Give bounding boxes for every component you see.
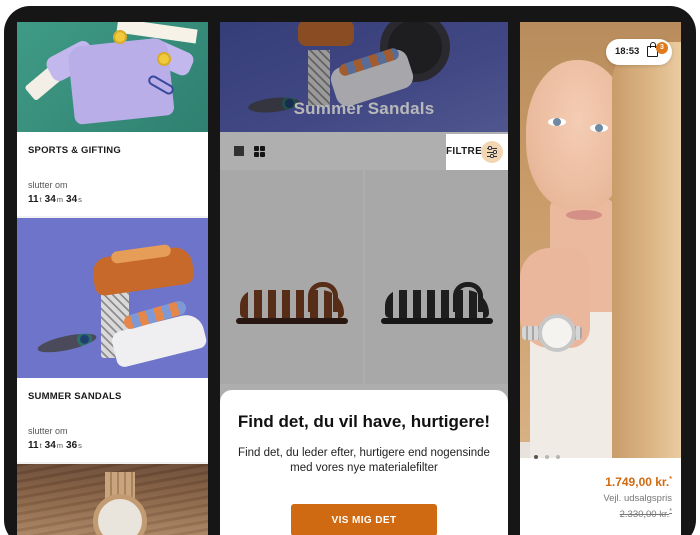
countdown-timer: 11t 34m 36s xyxy=(28,440,82,451)
collection-title: SUMMER SANDALS xyxy=(28,391,122,402)
filter-promo-sheet: Find det, du vil have, hurtigere! Find d… xyxy=(220,390,508,535)
filter-button[interactable]: FILTRE xyxy=(446,134,508,170)
filter-label: FILTRE xyxy=(446,146,483,157)
rrp-label: Vejl. udsalgspris xyxy=(603,493,672,504)
image-carousel-dots[interactable] xyxy=(534,446,567,464)
ends-in-label: slutter om xyxy=(28,180,68,190)
sliders-icon xyxy=(481,141,503,163)
countdown-timer: 11t 34m 34s xyxy=(28,194,82,205)
product-listing-screen: Summer Sandals FILTRE Find det, du vil h… xyxy=(220,22,508,535)
watch-collection-image[interactable] xyxy=(17,464,208,535)
collection-card-summer-sandals[interactable]: SUMMER SANDALS slutter om 11t 34m 36s xyxy=(17,378,208,462)
promo-description: Find det, du leder efter, hurtigere end … xyxy=(238,447,490,474)
product-detail-screen: 18:53 3 1.749,00 kr.* Vejl. udsalgspris … xyxy=(520,22,681,535)
sports-gifting-image[interactable] xyxy=(17,22,208,132)
clock-time: 18:53 xyxy=(615,46,640,57)
product-price: 1.749,00 kr.* xyxy=(605,475,672,489)
cart-count-badge: 3 xyxy=(656,42,668,54)
promo-title: Find det, du vil have, hurtigere! xyxy=(237,412,491,431)
summer-sandals-image[interactable] xyxy=(17,218,208,378)
product-hero-image[interactable] xyxy=(520,22,681,458)
collection-card-sports-gifting[interactable]: SPORTS & GIFTING slutter om 11t 34m 34s xyxy=(17,132,208,216)
rrp-value: 2.330,00 kr.* xyxy=(619,508,672,521)
watch-product xyxy=(538,314,576,352)
status-pill[interactable]: 18:53 3 xyxy=(606,39,672,65)
ends-in-label: slutter om xyxy=(28,426,68,436)
collection-title: SPORTS & GIFTING xyxy=(28,145,121,156)
collection-list-screen: SPORTS & GIFTING slutter om 11t 34m 34s SU… xyxy=(17,22,208,535)
show-me-button[interactable]: VIS MIG DET xyxy=(291,504,437,535)
